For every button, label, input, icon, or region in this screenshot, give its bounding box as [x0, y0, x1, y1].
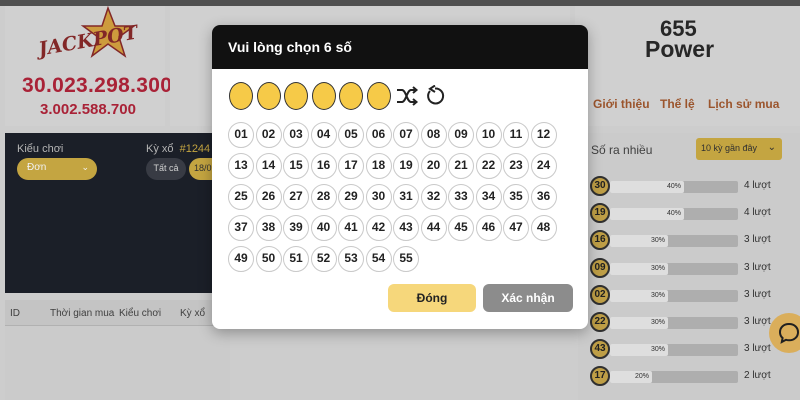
number-ball[interactable]: 12: [530, 122, 557, 148]
selected-slot[interactable]: [367, 82, 391, 110]
number-ball[interactable]: 05: [338, 122, 364, 148]
number-ball[interactable]: 49: [228, 246, 254, 272]
number-ball[interactable]: 33: [448, 184, 474, 210]
number-ball[interactable]: 36: [530, 184, 557, 210]
number-ball[interactable]: 32: [420, 184, 447, 210]
number-ball[interactable]: 11: [503, 122, 529, 148]
number-ball[interactable]: 43: [393, 215, 419, 241]
number-ball[interactable]: 28: [310, 184, 337, 210]
number-ball[interactable]: 26: [255, 184, 282, 210]
number-ball[interactable]: 29: [338, 184, 364, 210]
number-ball[interactable]: 15: [283, 153, 309, 179]
shuffle-icon[interactable]: [395, 85, 419, 107]
number-ball[interactable]: 13: [228, 153, 254, 179]
close-button[interactable]: Đóng: [388, 284, 476, 312]
number-ball[interactable]: 22: [475, 153, 502, 179]
number-ball[interactable]: 14: [255, 153, 282, 179]
number-ball[interactable]: 04: [310, 122, 337, 148]
number-ball[interactable]: 06: [365, 122, 392, 148]
number-ball[interactable]: 02: [255, 122, 282, 148]
number-ball[interactable]: 31: [393, 184, 419, 210]
number-ball[interactable]: 10: [475, 122, 502, 148]
number-ball[interactable]: 42: [365, 215, 392, 241]
modal-title: Vui lòng chọn 6 số: [228, 39, 352, 55]
selected-slot[interactable]: [257, 82, 281, 110]
selected-slot[interactable]: [284, 82, 308, 110]
modal-header: Vui lòng chọn 6 số: [212, 25, 588, 69]
number-ball[interactable]: 45: [448, 215, 474, 241]
number-ball[interactable]: 17: [338, 153, 364, 179]
number-ball[interactable]: 52: [310, 246, 337, 272]
selected-slot[interactable]: [312, 82, 336, 110]
number-ball[interactable]: 07: [393, 122, 419, 148]
number-ball[interactable]: 21: [448, 153, 474, 179]
number-ball[interactable]: 03: [283, 122, 309, 148]
number-ball[interactable]: 08: [420, 122, 447, 148]
number-ball[interactable]: 51: [283, 246, 309, 272]
reset-icon[interactable]: [424, 85, 446, 107]
number-ball[interactable]: 19: [393, 153, 419, 179]
number-ball[interactable]: 37: [228, 215, 254, 241]
number-ball[interactable]: 34: [475, 184, 502, 210]
number-ball[interactable]: 50: [255, 246, 282, 272]
number-ball[interactable]: 18: [365, 153, 392, 179]
number-picker-modal: Vui lòng chọn 6 số 01 02 03 04 05 06 07 08 09 10 1…: [212, 25, 588, 329]
number-ball[interactable]: 54: [365, 246, 392, 272]
number-ball[interactable]: 47: [503, 215, 529, 241]
selected-slot[interactable]: [229, 82, 253, 110]
confirm-button[interactable]: Xác nhận: [483, 284, 573, 312]
number-ball[interactable]: 48: [530, 215, 557, 241]
number-ball[interactable]: 41: [338, 215, 364, 241]
number-ball[interactable]: 25: [228, 184, 254, 210]
selected-slot[interactable]: [339, 82, 363, 110]
number-ball[interactable]: 40: [310, 215, 337, 241]
number-ball[interactable]: 44: [420, 215, 447, 241]
number-ball[interactable]: 35: [503, 184, 529, 210]
number-ball[interactable]: 38: [255, 215, 282, 241]
number-ball[interactable]: 27: [283, 184, 309, 210]
number-ball[interactable]: 55: [393, 246, 419, 272]
number-ball[interactable]: 23: [503, 153, 529, 179]
number-ball[interactable]: 46: [475, 215, 502, 241]
number-ball[interactable]: 39: [283, 215, 309, 241]
number-ball[interactable]: 09: [448, 122, 474, 148]
number-ball[interactable]: 53: [338, 246, 364, 272]
number-ball[interactable]: 01: [228, 122, 254, 148]
number-ball[interactable]: 16: [310, 153, 337, 179]
number-ball[interactable]: 30: [365, 184, 392, 210]
number-ball[interactable]: 20: [420, 153, 447, 179]
number-ball[interactable]: 24: [530, 153, 557, 179]
